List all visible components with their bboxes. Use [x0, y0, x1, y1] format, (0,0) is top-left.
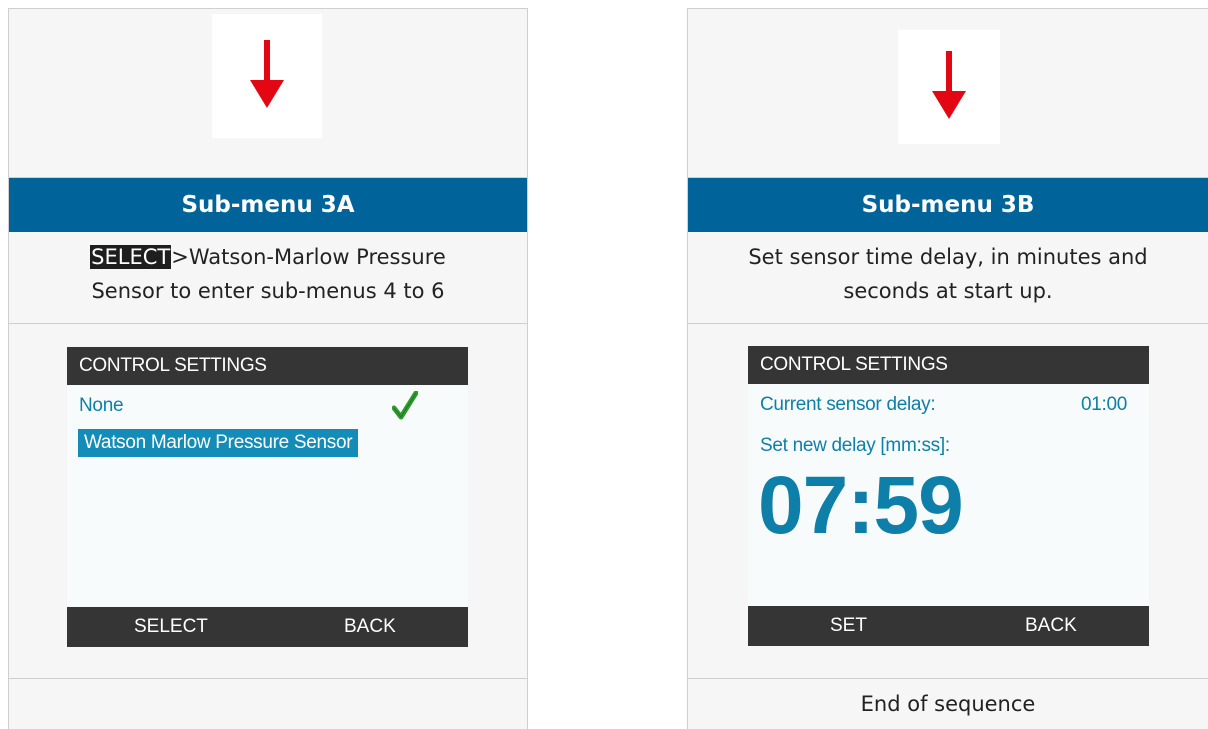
set-soft-key[interactable]: SET [830, 606, 867, 646]
arrow-down-icon [898, 30, 1000, 144]
new-delay-value[interactable]: 07:59 [758, 456, 964, 556]
new-delay-label: Set new delay [mm:ss]: [760, 435, 950, 456]
end-of-sequence-text: End of sequence [860, 692, 1036, 716]
select-key-label: SELECT [90, 245, 172, 269]
current-delay-value: 01:00 [1080, 394, 1127, 415]
device-screen: CONTROL SETTINGS None Watson Marlow Pres… [67, 347, 468, 647]
back-soft-key[interactable]: BACK [344, 607, 396, 647]
current-delay-label: Current sensor delay: [760, 394, 936, 415]
right-column: Sub-menu 3B Set sensor time delay, in mi… [687, 8, 1208, 729]
checkmark-icon [391, 390, 419, 426]
screen-title: CONTROL SETTINGS [67, 347, 468, 385]
option-watson-marlow-pressure-sensor[interactable]: Watson Marlow Pressure Sensor [78, 429, 359, 457]
submenu-header: Sub-menu 3A [9, 178, 527, 232]
screen-title: CONTROL SETTINGS [748, 346, 1149, 384]
soft-key-bar: SET BACK [748, 606, 1149, 646]
option-none[interactable]: None [79, 395, 124, 417]
device-screen: CONTROL SETTINGS Current sensor delay: 0… [748, 346, 1149, 646]
arrow-down-icon [212, 14, 322, 138]
left-column: Sub-menu 3A SELECT>Watson-Marlow Pressur… [8, 8, 528, 729]
submenu-description: Set sensor time delay, in minutes and se… [748, 245, 1148, 303]
select-soft-key[interactable]: SELECT [134, 607, 208, 647]
submenu-header: Sub-menu 3B [688, 178, 1208, 232]
back-soft-key[interactable]: BACK [1025, 606, 1077, 646]
submenu-description: SELECT>Watson-Marlow Pressure Sensor to … [90, 245, 446, 303]
soft-key-bar: SELECT BACK [67, 607, 468, 647]
